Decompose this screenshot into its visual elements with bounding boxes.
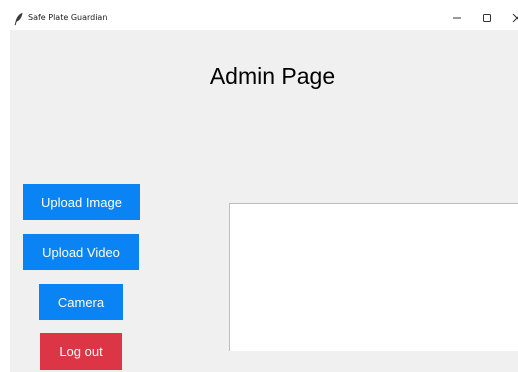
- upload-video-button[interactable]: Upload Video: [23, 234, 139, 270]
- title-bar[interactable]: Safe Plate Guardian: [10, 8, 518, 30]
- logout-button[interactable]: Log out: [40, 333, 122, 370]
- page-title: Admin Page: [209, 63, 336, 89]
- maximize-icon: [482, 10, 492, 28]
- feather-icon: [13, 12, 25, 26]
- upload-image-button[interactable]: Upload Image: [23, 184, 140, 220]
- minimize-button[interactable]: [442, 8, 472, 30]
- maximize-button[interactable]: [472, 8, 502, 30]
- app-window: Safe Plate Guardian Admin Page Upload Im…: [10, 8, 518, 372]
- camera-button[interactable]: Camera: [39, 284, 123, 320]
- minimize-icon: [452, 10, 462, 28]
- close-button[interactable]: [502, 8, 518, 30]
- media-preview-panel: [229, 203, 518, 351]
- window-title: Safe Plate Guardian: [28, 13, 108, 22]
- close-icon: [512, 10, 518, 28]
